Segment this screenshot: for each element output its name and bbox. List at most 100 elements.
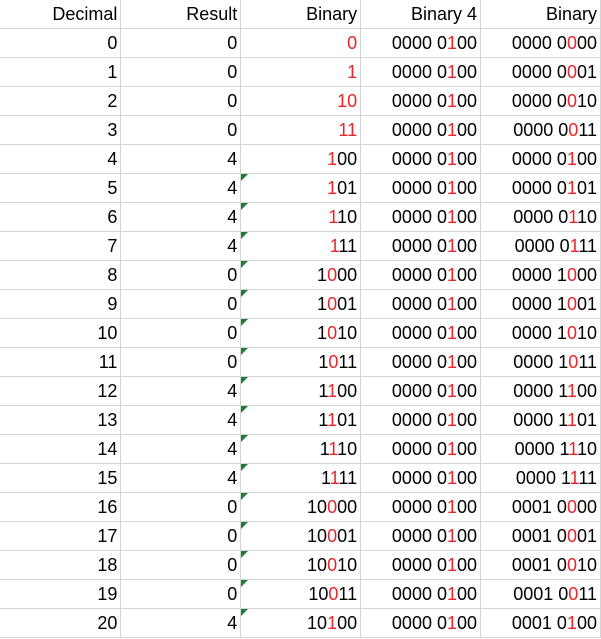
formula-warning-icon[interactable]: [241, 232, 249, 239]
formula-warning-icon[interactable]: [241, 435, 249, 442]
cell-result[interactable]: 0: [120, 347, 242, 377]
formula-warning-icon[interactable]: [241, 522, 249, 529]
formula-warning-icon[interactable]: [241, 319, 249, 326]
cell-binary-8[interactable]: 0000 1000: [480, 260, 601, 290]
cell-binary-8[interactable]: 0000 0001: [480, 57, 601, 87]
formula-warning-icon[interactable]: [241, 609, 249, 616]
formula-warning-icon[interactable]: [241, 377, 249, 384]
cell-binary[interactable]: 110: [240, 202, 362, 232]
cell-binary[interactable]: 10000: [240, 492, 362, 522]
cell-binary-4[interactable]: 0000 0100: [360, 434, 482, 464]
cell-result[interactable]: 0: [120, 86, 242, 116]
cell-result[interactable]: 0: [120, 521, 242, 551]
cell-decimal[interactable]: 13: [0, 405, 122, 435]
cell-binary[interactable]: 111: [240, 231, 362, 261]
cell-decimal[interactable]: 3: [0, 115, 122, 145]
cell-binary[interactable]: 100: [240, 144, 362, 174]
cell-result[interactable]: 0: [120, 550, 242, 580]
cell-result[interactable]: 4: [120, 608, 242, 638]
cell-binary-8[interactable]: 0000 0101: [480, 173, 601, 203]
cell-binary-8[interactable]: 0000 1010: [480, 318, 601, 348]
cell-decimal[interactable]: 10: [0, 318, 122, 348]
cell-binary-8[interactable]: 0000 1111: [480, 463, 601, 493]
cell-result[interactable]: 0: [120, 115, 242, 145]
header-binary-8[interactable]: Binary: [480, 0, 601, 29]
cell-binary-4[interactable]: 0000 0100: [360, 376, 482, 406]
cell-decimal[interactable]: 15: [0, 463, 122, 493]
cell-binary[interactable]: 101: [240, 173, 362, 203]
header-result[interactable]: Result: [120, 0, 242, 29]
cell-decimal[interactable]: 9: [0, 289, 122, 319]
cell-result[interactable]: 0: [120, 289, 242, 319]
cell-binary-8[interactable]: 0001 0001: [480, 521, 601, 551]
formula-warning-icon[interactable]: [241, 203, 249, 210]
cell-binary[interactable]: 10010: [240, 550, 362, 580]
cell-result[interactable]: 0: [120, 260, 242, 290]
cell-binary[interactable]: 10011: [240, 579, 362, 609]
cell-binary-4[interactable]: 0000 0100: [360, 405, 482, 435]
cell-binary-4[interactable]: 0000 0100: [360, 550, 482, 580]
cell-binary-4[interactable]: 0000 0100: [360, 173, 482, 203]
cell-binary-8[interactable]: 0000 1110: [480, 434, 601, 464]
cell-result[interactable]: 4: [120, 202, 242, 232]
formula-warning-icon[interactable]: [241, 406, 249, 413]
cell-decimal[interactable]: 1: [0, 57, 122, 87]
cell-decimal[interactable]: 17: [0, 521, 122, 551]
cell-binary-4[interactable]: 0000 0100: [360, 115, 482, 145]
cell-binary-4[interactable]: 0000 0100: [360, 86, 482, 116]
cell-binary-8[interactable]: 0000 1001: [480, 289, 601, 319]
cell-binary-4[interactable]: 0000 0100: [360, 231, 482, 261]
cell-binary-4[interactable]: 0000 0100: [360, 202, 482, 232]
cell-binary-4[interactable]: 0000 0100: [360, 347, 482, 377]
cell-binary-4[interactable]: 0000 0100: [360, 492, 482, 522]
cell-binary[interactable]: 10100: [240, 608, 362, 638]
formula-warning-icon[interactable]: [241, 174, 249, 181]
cell-decimal[interactable]: 16: [0, 492, 122, 522]
cell-binary-4[interactable]: 0000 0100: [360, 57, 482, 87]
formula-warning-icon[interactable]: [241, 493, 249, 500]
cell-binary[interactable]: 1101: [240, 405, 362, 435]
cell-decimal[interactable]: 20: [0, 608, 122, 638]
cell-binary[interactable]: 1001: [240, 289, 362, 319]
cell-decimal[interactable]: 12: [0, 376, 122, 406]
cell-binary-4[interactable]: 0000 0100: [360, 463, 482, 493]
cell-binary[interactable]: 1010: [240, 318, 362, 348]
cell-binary[interactable]: 1000: [240, 260, 362, 290]
cell-result[interactable]: 0: [120, 579, 242, 609]
header-binary[interactable]: Binary: [240, 0, 362, 29]
cell-binary-8[interactable]: 0000 0000: [480, 28, 601, 58]
cell-binary[interactable]: 1111: [240, 463, 362, 493]
cell-result[interactable]: 0: [120, 28, 242, 58]
cell-decimal[interactable]: 0: [0, 28, 122, 58]
cell-binary-8[interactable]: 0001 0011: [480, 579, 601, 609]
header-binary-4[interactable]: Binary 4: [360, 0, 482, 29]
cell-binary-8[interactable]: 0000 0110: [480, 202, 601, 232]
cell-binary-8[interactable]: 0000 0100: [480, 144, 601, 174]
cell-decimal[interactable]: 7: [0, 231, 122, 261]
cell-result[interactable]: 0: [120, 492, 242, 522]
cell-binary[interactable]: 11: [240, 115, 362, 145]
cell-decimal[interactable]: 4: [0, 144, 122, 174]
cell-binary-4[interactable]: 0000 0100: [360, 144, 482, 174]
cell-binary-8[interactable]: 0001 0010: [480, 550, 601, 580]
cell-binary-4[interactable]: 0000 0100: [360, 318, 482, 348]
cell-binary-8[interactable]: 0000 1011: [480, 347, 601, 377]
cell-result[interactable]: 4: [120, 144, 242, 174]
cell-binary[interactable]: 1: [240, 57, 362, 87]
cell-result[interactable]: 4: [120, 231, 242, 261]
cell-result[interactable]: 4: [120, 173, 242, 203]
cell-binary-4[interactable]: 0000 0100: [360, 579, 482, 609]
cell-binary-8[interactable]: 0000 1100: [480, 376, 601, 406]
cell-decimal[interactable]: 18: [0, 550, 122, 580]
cell-binary-4[interactable]: 0000 0100: [360, 289, 482, 319]
cell-binary-4[interactable]: 0000 0100: [360, 521, 482, 551]
cell-binary-8[interactable]: 0000 0111: [480, 231, 601, 261]
formula-warning-icon[interactable]: [241, 290, 249, 297]
cell-binary-8[interactable]: 0000 0010: [480, 86, 601, 116]
formula-warning-icon[interactable]: [241, 551, 249, 558]
cell-decimal[interactable]: 14: [0, 434, 122, 464]
cell-binary-8[interactable]: 0001 0000: [480, 492, 601, 522]
formula-warning-icon[interactable]: [241, 348, 249, 355]
cell-binary-8[interactable]: 0000 1101: [480, 405, 601, 435]
cell-result[interactable]: 0: [120, 318, 242, 348]
